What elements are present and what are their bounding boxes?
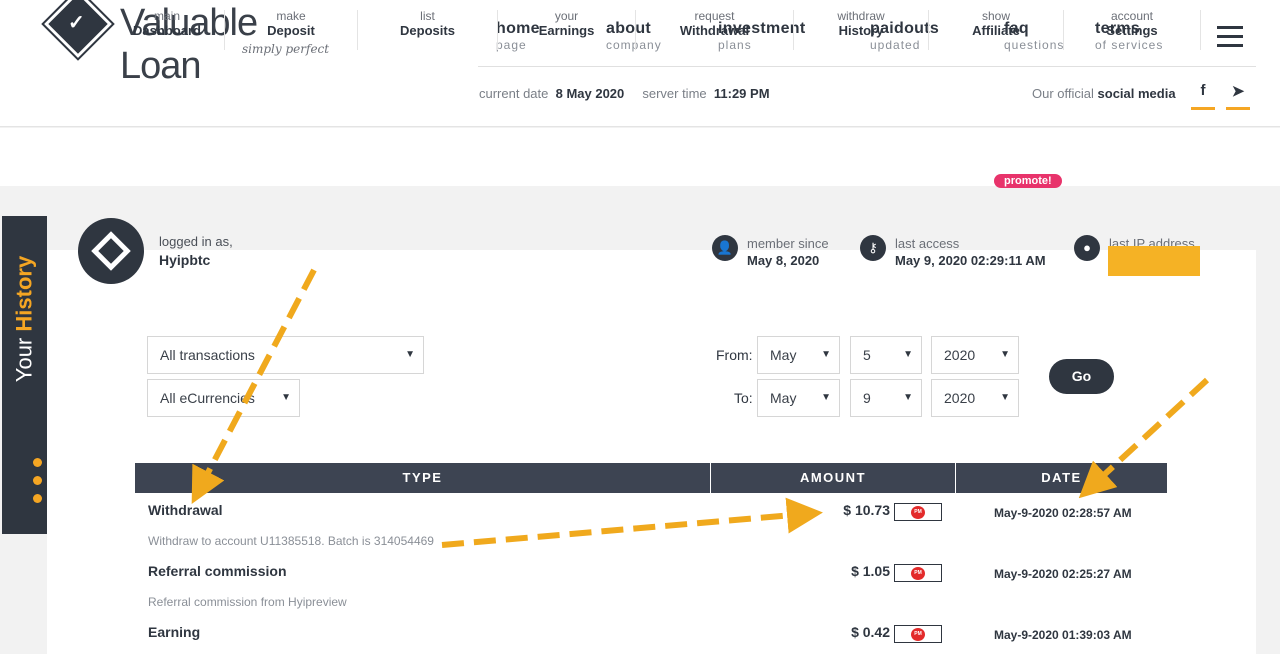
arrow-to-withdrawal <box>191 268 317 504</box>
arrow-to-date <box>1078 377 1210 499</box>
annotation-arrows <box>191 268 1210 548</box>
arrow-to-amount <box>441 497 823 548</box>
